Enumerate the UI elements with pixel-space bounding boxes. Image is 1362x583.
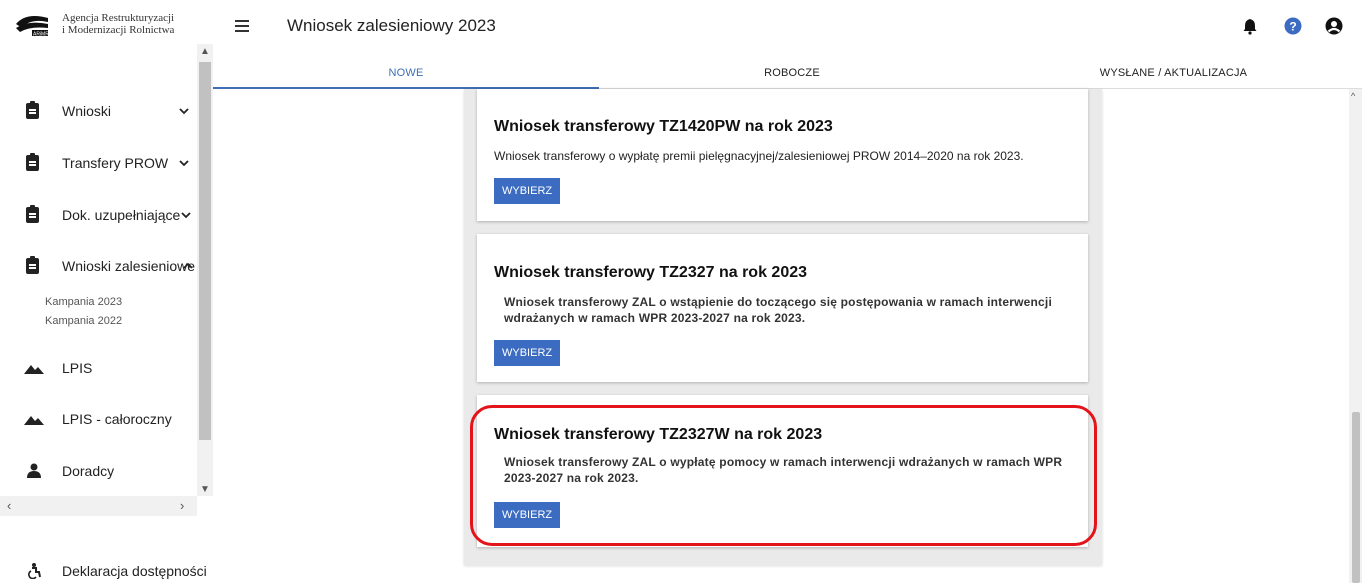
scroll-right-icon[interactable]: › xyxy=(180,498,184,513)
logo-text: Agencja Restrukturyzacji i Modernizacji … xyxy=(62,12,174,36)
sidebar-item-dok-uzupelniajace[interactable]: Dok. uzupełniające xyxy=(0,200,197,230)
select-button[interactable]: WYBIERZ xyxy=(494,178,561,204)
chevron-down-icon xyxy=(179,160,189,167)
content-vertical-scrollbar[interactable]: ^ xyxy=(1349,89,1362,583)
scrollbar-thumb[interactable] xyxy=(1352,412,1360,583)
highlight-frame xyxy=(470,405,1097,546)
main-content: Wniosek transferowy TZ1420PW na rok 2023… xyxy=(213,89,1362,583)
logo-mark-text: ARiMR xyxy=(33,32,49,38)
sidebar: ARiMR Agencja Restrukturyzacji i Moderni… xyxy=(0,0,213,583)
chevron-down-icon xyxy=(179,108,189,115)
scrollbar-thumb[interactable] xyxy=(199,62,211,440)
sidebar-item-label: Wnioski zalesieniowe xyxy=(62,258,196,274)
mountain-icon xyxy=(24,416,44,425)
scroll-up-icon[interactable]: ▲ xyxy=(200,46,210,57)
sidebar-item-wnioski-zalesieniowe[interactable]: Wnioski zalesieniowe xyxy=(0,251,197,281)
card-title: Wniosek transferowy TZ2327 na rok 2023 xyxy=(494,264,808,281)
sidebar-item-wnioski[interactable]: Wnioski xyxy=(0,96,197,126)
hamburger-menu-icon[interactable] xyxy=(235,20,249,32)
help-icon[interactable]: ? xyxy=(1284,17,1302,35)
sidebar-item-label: LPIS xyxy=(62,360,93,376)
sidebar-item-label: Deklaracja dostępności xyxy=(62,562,207,579)
application-card: Wniosek transferowy TZ2327 na rok 2023 W… xyxy=(477,234,1088,382)
sidebar-item-accessibility[interactable]: Deklaracja dostępności xyxy=(0,558,213,583)
sidebar-vertical-scrollbar[interactable]: ▲ ▼ xyxy=(197,44,213,496)
logo[interactable]: ARiMR Agencja Restrukturyzacji i Moderni… xyxy=(14,10,174,38)
sidebar-item-label: Doradcy xyxy=(62,463,115,479)
clipboard-icon xyxy=(26,101,40,119)
sidebar-item-lpis[interactable]: LPIS xyxy=(0,353,197,383)
card-title: Wniosek transferowy TZ1420PW na rok 2023 xyxy=(494,118,833,135)
sidebar-item-label: Wnioski xyxy=(62,103,112,119)
account-icon[interactable] xyxy=(1325,17,1343,35)
clipboard-icon xyxy=(26,256,40,274)
select-button[interactable]: WYBIERZ xyxy=(494,340,561,366)
page-title: Wniosek zalesieniowy 2023 xyxy=(287,16,496,35)
logo-line1: Agencja Restrukturyzacji xyxy=(62,12,175,24)
sidebar-item-label: Dok. uzupełniające xyxy=(62,207,181,223)
scroll-down-icon[interactable]: ▼ xyxy=(200,484,210,495)
bell-icon[interactable] xyxy=(1241,17,1259,35)
sidebar-subitem-kampania-2022[interactable]: Kampania 2022 xyxy=(45,315,122,327)
sidebar-item-label: LPIS - całoroczny xyxy=(62,411,172,427)
logo-line2: i Modernizacji Rolnictwa xyxy=(62,24,175,36)
application-card: Wniosek transferowy TZ1420PW na rok 2023… xyxy=(477,89,1088,221)
sidebar-item-transfery-prow[interactable]: Transfery PROW xyxy=(0,148,197,178)
clipboard-icon xyxy=(26,153,40,171)
mountain-icon xyxy=(24,365,44,374)
scroll-left-icon[interactable]: ‹ xyxy=(7,498,11,513)
sidebar-subitem-kampania-2023[interactable]: Kampania 2023 xyxy=(45,296,122,308)
tab-bar: NOWE ROBOCZE WYSŁANE / AKTUALIZACJA xyxy=(213,56,1362,89)
chevron-up-icon xyxy=(183,262,193,269)
sidebar-item-doradcy[interactable]: Doradcy xyxy=(0,456,197,486)
chevron-down-icon xyxy=(181,212,191,219)
card-description: Wniosek transferowy o wypłatę premii pie… xyxy=(494,149,1024,163)
arimr-logo-icon: ARiMR xyxy=(14,10,58,38)
clipboard-icon xyxy=(26,205,40,223)
tab-wyslane-aktualizacja[interactable]: WYSŁANE / AKTUALIZACJA xyxy=(985,56,1362,89)
card-description: Wniosek transferowy ZAL o wstąpienie do … xyxy=(504,295,1052,325)
svg-text:?: ? xyxy=(1289,20,1296,34)
top-app-bar: Wniosek zalesieniowy 2023 ? xyxy=(213,0,1362,56)
tab-nowe[interactable]: NOWE xyxy=(213,56,599,89)
sidebar-item-lpis-caloroczny[interactable]: LPIS - całoroczny xyxy=(0,404,197,434)
sidebar-horizontal-scrollbar[interactable]: ‹ › xyxy=(0,496,197,516)
tab-robocze[interactable]: ROBOCZE xyxy=(599,56,985,89)
sidebar-item-label: Transfery PROW xyxy=(62,155,169,171)
scroll-up-icon[interactable]: ^ xyxy=(1351,91,1355,101)
person-icon xyxy=(27,463,41,478)
accessibility-icon xyxy=(28,563,41,579)
